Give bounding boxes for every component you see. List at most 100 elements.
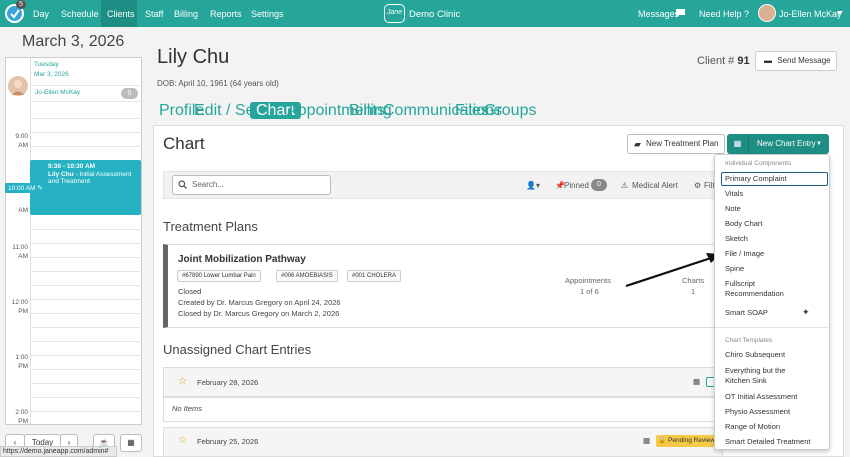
hour-line [31, 118, 142, 119]
nav-help[interactable]: Need Help ? [699, 9, 749, 19]
star-icon[interactable]: ☆ [178, 376, 187, 387]
menu-body-chart[interactable]: Body Chart [725, 219, 763, 229]
menu-note[interactable]: Note [725, 204, 741, 214]
menu-smart-detailed[interactable]: Smart Detailed Treatment [725, 437, 810, 447]
day-label[interactable]: Tuesday [34, 61, 59, 68]
hour-line [31, 271, 142, 272]
menu-smart-soap[interactable]: Smart SOAP [725, 308, 768, 318]
hour-line [31, 299, 142, 300]
staff-name[interactable]: Jo-Ellen McKay [35, 89, 80, 96]
chart-title: Chart [163, 134, 205, 153]
new-treatment-plan-button[interactable]: ▰ New Treatment Plan [627, 134, 725, 154]
diagnosis-tag: #006 AMOEBIASIS [276, 270, 338, 282]
gear-icon[interactable]: ⚙ [694, 181, 701, 190]
hour-line [31, 383, 142, 384]
no-items-text: No Items [172, 404, 203, 413]
status-bar-url: https://demo.janeapp.com/admin# [0, 446, 117, 457]
top-nav: 5 Day Schedule Clients Staff Billing Rep… [0, 0, 850, 27]
menu-primary-complaint[interactable]: Primary Complaint [725, 174, 787, 184]
caret-down-icon: ▼ [816, 141, 822, 147]
plan-status: Closed [178, 287, 202, 296]
nav-billing[interactable]: Billing [174, 9, 198, 19]
hour-line [31, 411, 142, 412]
hour-line [31, 355, 142, 356]
plan-name[interactable]: Joint Mobilization Pathway [178, 254, 306, 265]
menu-vitals[interactable]: Vitals [725, 189, 743, 199]
staff-avatar [8, 76, 28, 96]
menu-divider [715, 327, 829, 328]
menu-range-of-motion[interactable]: Range of Motion [725, 422, 780, 432]
entry-date[interactable]: February 25, 2026 [197, 437, 258, 446]
time-label: 1:00 PM [15, 354, 28, 370]
components-header: Individual Components [725, 160, 792, 167]
nav-settings[interactable]: Settings [251, 9, 284, 19]
current-time-marker: 10:00 AM ✎ [5, 183, 46, 193]
new-chart-entry-button[interactable]: ▦ New Chart Entry ▼ [727, 134, 829, 154]
menu-kitchen-sink[interactable]: Everything but the Kitchen Sink [725, 366, 805, 386]
menu-spine[interactable]: Spine [725, 264, 744, 274]
star-icon[interactable]: ☆ [178, 435, 187, 446]
message-icon: ▬ [764, 56, 772, 65]
notifications-icon[interactable]: 5 [5, 0, 26, 23]
diagnosis-tag: #67890 Lower Lumbar Pain [177, 270, 261, 282]
nav-schedule[interactable]: Schedule [61, 9, 99, 19]
medical-alert-filter[interactable]: Medical Alert [632, 181, 678, 190]
appointments-label: Appointments [565, 276, 611, 285]
plan-created: Created by Dr. Marcus Gregory on April 2… [178, 298, 341, 307]
menu-sketch[interactable]: Sketch [725, 234, 748, 244]
tab-groups[interactable]: Groups [484, 102, 536, 119]
day-date[interactable]: Mar 3, 2026 [34, 71, 69, 78]
calendar-icon[interactable]: ▦ [693, 377, 700, 386]
diagnosis-tag: #001 CHOLERA [347, 270, 402, 282]
plan-closed: Closed by Dr. Marcus Gregory on March 2,… [178, 309, 340, 318]
entry-date[interactable]: February 28, 2026 [197, 378, 258, 387]
pinned-filter[interactable]: Pinned [564, 181, 589, 190]
menu-chiro-subsequent[interactable]: Chiro Subsequent [725, 350, 785, 360]
nav-staff[interactable]: Staff [145, 9, 163, 19]
pinned-count-badge: 0 [591, 179, 607, 191]
appt-client: Lily Chu [48, 170, 74, 178]
hour-line [31, 313, 142, 314]
nav-day[interactable]: Day [33, 9, 49, 19]
jane-logo[interactable]: Jane [384, 4, 405, 23]
calendar-icon[interactable]: ▦ [120, 434, 142, 452]
nav-reports[interactable]: Reports [210, 9, 242, 19]
sparkle-icon: ✦ [802, 307, 810, 317]
send-message-button[interactable]: ▬ Send Message [755, 51, 837, 71]
chart-search-input[interactable]: Search... [172, 175, 331, 195]
hour-line [31, 397, 142, 398]
appointments-value: 1 of 6 [580, 287, 599, 296]
chevron-down-icon[interactable] [837, 11, 843, 16]
client-number: Client # 91 [697, 55, 750, 67]
menu-ot-initial[interactable]: OT Initial Assessment [725, 392, 797, 402]
grid-icon: ▦ [727, 134, 749, 154]
unassigned-heading: Unassigned Chart Entries [163, 342, 312, 357]
clinic-name[interactable]: Demo Clinic [409, 9, 460, 20]
sidebar-date: March 3, 2026 [22, 33, 125, 50]
appointment-block[interactable]: 9:30 - 10:30 AM Lily Chu - Initial Asses… [30, 160, 141, 215]
hour-line [31, 341, 142, 342]
calendar-icon[interactable]: ▦ [643, 436, 650, 445]
hour-line [31, 285, 142, 286]
warning-icon[interactable]: ⚠ [621, 181, 628, 190]
hour-line [31, 243, 142, 244]
appt-time: 9:30 - 10:30 AM [48, 163, 96, 170]
menu-physio-assessment[interactable]: Physio Assessment [725, 407, 790, 417]
nav-messages[interactable]: Messages [638, 9, 679, 19]
notification-count: 5 [16, 0, 26, 9]
pencil-icon: ✎ [37, 185, 43, 192]
chat-icon[interactable] [675, 8, 686, 18]
hour-line [31, 369, 142, 370]
nav-user-name[interactable]: Jo-Ellen McKay [779, 9, 842, 19]
time-label: AM [18, 207, 28, 214]
user-avatar[interactable] [758, 4, 776, 22]
nav-clients[interactable]: Clients [107, 9, 135, 19]
menu-file-image[interactable]: File / Image [725, 249, 764, 259]
hour-line [31, 146, 142, 147]
hour-line [31, 257, 142, 258]
time-label: 2:00 PM [15, 409, 28, 425]
folder-icon: ▰ [634, 139, 641, 149]
user-filter-icon[interactable]: 👤▾ [526, 181, 540, 190]
chart-entry-body [163, 397, 723, 422]
menu-fullscript[interactable]: Fullscript Recommendation [725, 279, 805, 299]
